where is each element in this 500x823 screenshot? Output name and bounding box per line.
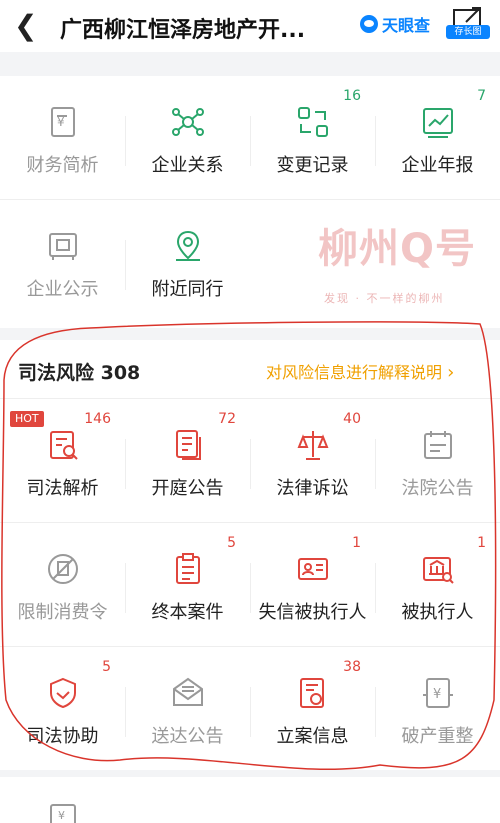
watermark: 柳州Q号 发现 · 不一样的柳州 — [318, 216, 488, 311]
financial-analysis-tile[interactable]: ¥ 财务简析 — [0, 76, 125, 199]
share-label[interactable]: 存长图 — [446, 25, 490, 39]
header: ❮ 广西柳江恒泽房地产开... 天眼查 存长图 — [0, 0, 500, 52]
watermark-sub: 发现 · 不一样的柳州 — [324, 292, 445, 305]
svg-text:¥: ¥ — [57, 115, 65, 129]
safe-icon — [49, 233, 77, 260]
bottom-section: ¥ — [0, 777, 500, 823]
change-icon — [298, 107, 328, 137]
divider — [375, 116, 376, 166]
tile-label: 财务简析 — [26, 155, 99, 176]
count-badge: 16 — [343, 88, 361, 104]
brand-name: 天眼查 — [382, 16, 431, 35]
info-section: ¥ 财务简析 企业关系 16 变更记录 7 企业年报 企业公示 附近同行 柳州Q… — [0, 76, 500, 328]
tile-label: 企业关系 — [151, 155, 224, 176]
count-badge: 7 — [477, 88, 486, 104]
location-pin-icon — [176, 230, 200, 261]
enterprise-relations-tile[interactable]: 企业关系 — [125, 76, 250, 199]
watermark-main: 柳州Q号 — [318, 226, 477, 272]
tile-label: 变更记录 — [276, 155, 349, 176]
enterprise-disclosure-tile[interactable]: 企业公示 — [0, 200, 125, 323]
change-records-tile[interactable]: 16 变更记录 — [250, 76, 375, 199]
nearby-peers-tile[interactable]: 附近同行 — [125, 200, 250, 323]
annual-report-tile[interactable]: 7 企业年报 — [375, 76, 500, 199]
svg-text:¥: ¥ — [58, 809, 65, 822]
divider — [125, 116, 126, 166]
page-title: 广西柳江恒泽房地产开... — [60, 18, 306, 43]
divider — [250, 116, 251, 166]
financial-doc-icon: ¥ — [51, 107, 75, 137]
tile-label: 企业年报 — [401, 155, 474, 176]
money-doc-icon: ¥ — [50, 804, 76, 823]
tile-label: 企业公示 — [26, 279, 99, 300]
network-icon — [172, 108, 204, 136]
annotation-outline — [1, 321, 497, 770]
chart-icon — [423, 108, 453, 138]
back-icon[interactable]: ❮ — [14, 9, 37, 42]
tile-label: 附近同行 — [151, 279, 224, 300]
divider — [125, 240, 126, 290]
brand-icon — [360, 15, 378, 33]
brand-logo: 天眼查 — [360, 12, 430, 36]
